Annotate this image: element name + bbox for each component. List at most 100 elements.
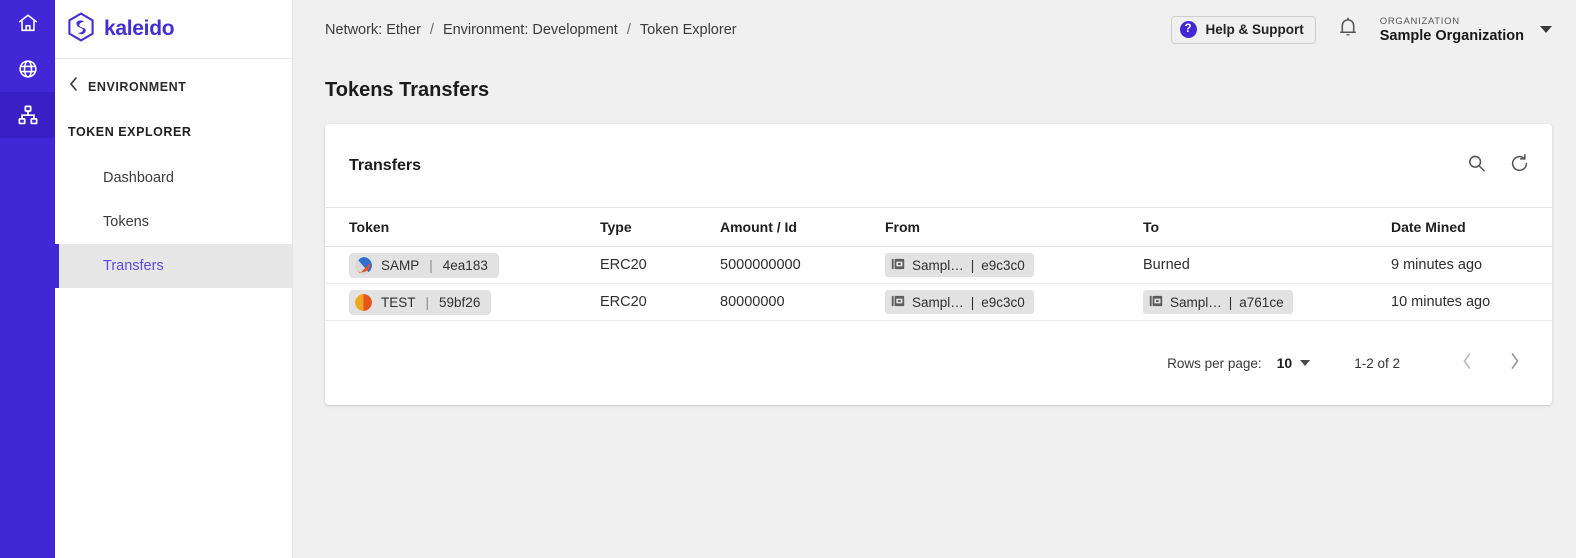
from-address: e9c3c0 <box>981 294 1025 310</box>
to-separator: | <box>1228 294 1233 310</box>
token-chip[interactable]: TEST | 59bf26 <box>349 289 492 315</box>
to-name: Sampl… <box>1170 294 1222 310</box>
sidebar-item-label: Dashboard <box>103 170 174 186</box>
breadcrumb-item-token-explorer[interactable]: Token Explorer <box>640 22 737 38</box>
token-chip[interactable]: SAMP | 4ea183 <box>349 252 499 278</box>
chevron-left-icon <box>1461 352 1473 375</box>
brand-wordmark: kaleido <box>104 17 175 40</box>
card-header: Transfers <box>325 124 1552 207</box>
organization-label: ORGANIZATION <box>1379 15 1460 27</box>
to-text: Burned <box>1143 257 1190 273</box>
table-body: SAMP | 4ea183 ERC20 5000000000 Sampl… | … <box>325 246 1552 321</box>
token-identicon-icon <box>355 256 372 274</box>
home-icon <box>17 12 39 34</box>
cell-type: ERC20 <box>600 283 720 321</box>
organization-text: ORGANIZATION Sample Organization <box>1380 16 1524 44</box>
card-title: Transfers <box>349 156 422 174</box>
wallet-icon <box>891 257 905 274</box>
cell-date-mined: 10 minutes ago <box>1391 283 1552 321</box>
from-name: Sampl… <box>912 257 964 273</box>
wallet-icon <box>891 294 905 311</box>
column-header-type[interactable]: Type <box>600 207 720 247</box>
question-mark-icon: ? <box>1179 21 1197 38</box>
refresh-button[interactable] <box>1509 153 1530 179</box>
from-address-chip[interactable]: Sampl… | e9c3c0 <box>885 253 1034 277</box>
cell-amount: 5000000000 <box>720 246 885 284</box>
token-id: 59bf26 <box>439 294 481 310</box>
rows-per-page-label: Rows per page: <box>1167 355 1262 371</box>
transfers-table: Token Type Amount / Id From To Date Mine… <box>325 207 1552 321</box>
column-header-from[interactable]: From <box>885 207 1143 247</box>
secondary-sidebar: kaleido ENVIRONMENT TOKEN EXPLORER Dashb… <box>55 0 293 558</box>
app-root: kaleido ENVIRONMENT TOKEN EXPLORER Dashb… <box>0 0 1576 558</box>
chevron-right-icon <box>1509 352 1521 375</box>
chevron-down-icon <box>1300 360 1311 366</box>
next-page-button[interactable] <box>1500 348 1530 378</box>
cell-token: SAMP | 4ea183 <box>325 246 600 284</box>
chevron-down-icon <box>1540 26 1552 33</box>
rail-item-home[interactable] <box>0 0 55 46</box>
pagination-range: 1-2 of 2 <box>1354 355 1400 371</box>
rows-per-page-select[interactable]: 10 <box>1277 355 1311 371</box>
to-address: a761ce <box>1239 294 1284 310</box>
top-bar-actions: ? Help & Support ORGANIZATION Sample Org… <box>1170 15 1556 44</box>
rail-item-networks[interactable] <box>0 46 55 92</box>
sidebar-item-tokens[interactable]: Tokens <box>55 200 292 244</box>
cell-date-mined: 9 minutes ago <box>1391 246 1552 284</box>
from-name: Sampl… <box>912 294 964 310</box>
token-id: 4ea183 <box>442 257 488 273</box>
organization-switcher[interactable]: ORGANIZATION Sample Organization <box>1380 16 1556 44</box>
sidebar-item-transfers[interactable]: Transfers <box>55 244 292 288</box>
cell-type: ERC20 <box>600 246 720 284</box>
breadcrumb-item-network[interactable]: Network: Ether <box>325 22 421 38</box>
help-and-support-button[interactable]: ? Help & Support <box>1170 15 1316 44</box>
primary-icon-rail <box>0 0 55 558</box>
globe-icon <box>17 58 39 80</box>
search-button[interactable] <box>1466 153 1487 179</box>
sidebar-back-environment[interactable]: ENVIRONMENT <box>55 59 292 97</box>
help-and-support-label: Help & Support <box>1205 22 1304 37</box>
cell-to: Sampl… | a761ce <box>1143 283 1391 321</box>
table-header-row: Token Type Amount / Id From To Date Mine… <box>325 207 1552 247</box>
table-pagination: Rows per page: 10 1-2 of 2 <box>325 321 1552 405</box>
token-identicon-icon <box>355 293 372 311</box>
top-bar: Network: Ether / Environment: Developmen… <box>293 0 1576 59</box>
brand-logo[interactable]: kaleido <box>55 0 292 59</box>
breadcrumb-separator: / <box>626 21 631 38</box>
previous-page-button[interactable] <box>1452 348 1482 378</box>
column-header-date-mined[interactable]: Date Mined <box>1391 207 1552 247</box>
cell-from: Sampl… | e9c3c0 <box>885 246 1143 284</box>
from-address-chip[interactable]: Sampl… | e9c3c0 <box>885 290 1034 314</box>
rail-item-environments[interactable] <box>0 92 55 138</box>
cell-to: Burned <box>1143 246 1391 284</box>
table-header: Token Type Amount / Id From To Date Mine… <box>325 207 1552 247</box>
token-separator: | <box>425 294 430 310</box>
cell-amount: 80000000 <box>720 283 885 321</box>
table-row[interactable]: SAMP | 4ea183 ERC20 5000000000 Sampl… | … <box>325 246 1552 284</box>
sitemap-icon <box>17 104 39 126</box>
sidebar-back-label: ENVIRONMENT <box>88 79 187 94</box>
card-header-actions <box>1466 153 1530 179</box>
table-row[interactable]: TEST | 59bf26 ERC20 80000000 Sampl… | e9… <box>325 283 1552 321</box>
sidebar-item-label: Tokens <box>103 214 149 230</box>
column-header-to[interactable]: To <box>1143 207 1391 247</box>
from-address: e9c3c0 <box>981 257 1025 273</box>
from-separator: | <box>970 257 975 273</box>
transfers-card: Transfers Token Type Amount / Id From To… <box>325 124 1552 405</box>
chevron-left-icon <box>68 76 79 97</box>
column-header-token[interactable]: Token <box>325 207 600 247</box>
sidebar-nav-list: Dashboard Tokens Transfers <box>55 156 292 288</box>
token-symbol: SAMP <box>381 257 420 273</box>
cell-token: TEST | 59bf26 <box>325 283 600 321</box>
from-separator: | <box>970 294 975 310</box>
cell-from: Sampl… | e9c3c0 <box>885 283 1143 321</box>
page-title: Tokens Transfers <box>325 79 490 101</box>
token-separator: | <box>429 257 433 273</box>
notifications-button[interactable] <box>1338 16 1358 43</box>
rows-per-page-value: 10 <box>1276 355 1293 371</box>
kaleido-hex-icon <box>67 11 95 47</box>
column-header-amount-id[interactable]: Amount / Id <box>720 207 885 247</box>
breadcrumb-item-environment[interactable]: Environment: Development <box>443 22 618 38</box>
sidebar-item-dashboard[interactable]: Dashboard <box>55 156 292 200</box>
to-address-chip[interactable]: Sampl… | a761ce <box>1143 290 1293 314</box>
